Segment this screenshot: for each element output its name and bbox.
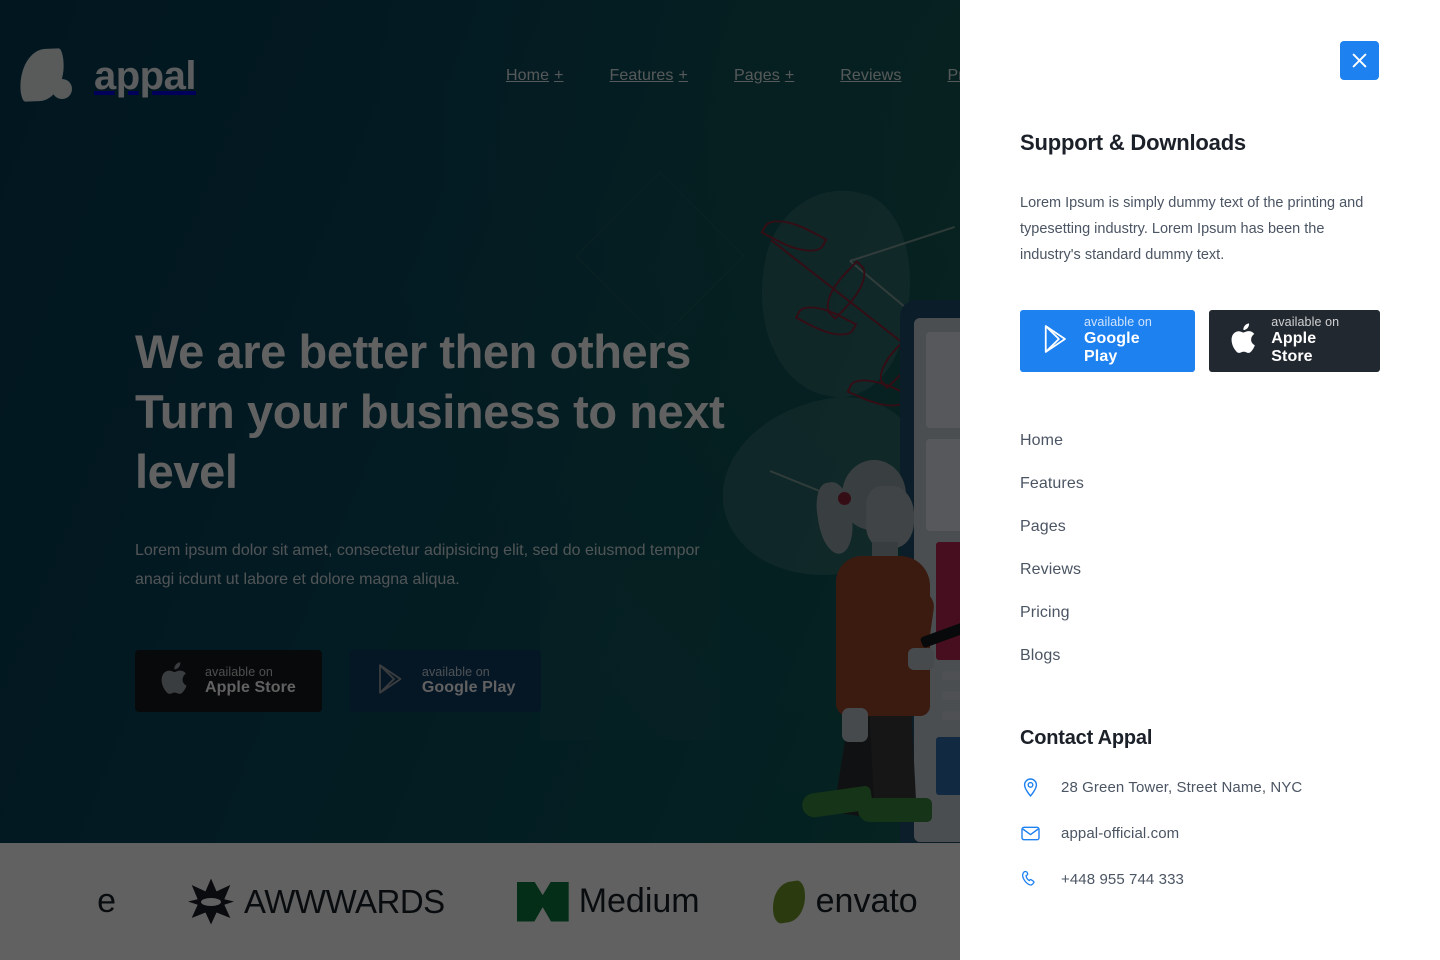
button-label: Google Play xyxy=(1084,329,1140,366)
contact-phone-link[interactable]: +448 955 744 333 xyxy=(1061,871,1184,888)
panel-link-blogs[interactable]: Blogs xyxy=(1020,647,1380,665)
panel-description: Lorem Ipsum is simply dummy text of the … xyxy=(1020,195,1364,263)
contact-list: 28 Green Tower, Street Name, NYC appal-o… xyxy=(1020,777,1380,889)
panel-link-pages[interactable]: Pages xyxy=(1020,518,1380,536)
close-panel-button[interactable] xyxy=(1340,41,1379,80)
panel-google-play-button[interactable]: available on Google Play xyxy=(1020,310,1196,372)
panel-link-features[interactable]: Features xyxy=(1020,475,1380,493)
contact-row-address: 28 Green Tower, Street Name, NYC xyxy=(1020,777,1380,797)
app-root: appal Home+ Features+ Pages+ Reviews xyxy=(0,0,1440,960)
panel-link-reviews[interactable]: Reviews xyxy=(1020,561,1380,579)
phone-icon xyxy=(1020,869,1040,889)
panel-nav-links: Home Features Pages Reviews Pricing Blog… xyxy=(1020,432,1380,665)
button-caption: available on xyxy=(1271,315,1340,330)
panel-apple-store-button[interactable]: available on Apple Store xyxy=(1209,310,1380,372)
contact-email-link[interactable]: appal-official.com xyxy=(1061,825,1179,842)
contact-row-email: appal-official.com xyxy=(1020,823,1380,843)
google-play-icon xyxy=(1042,323,1072,360)
panel-title: Support & Downloads xyxy=(1020,130,1246,155)
button-label: Apple Store xyxy=(1271,329,1317,366)
panel-link-home[interactable]: Home xyxy=(1020,432,1380,450)
envelope-icon xyxy=(1020,823,1040,843)
close-icon xyxy=(1351,52,1368,69)
apple-icon xyxy=(1231,322,1259,360)
contact-section-title: Contact Appal xyxy=(1020,727,1153,749)
contact-address-text: 28 Green Tower, Street Name, NYC xyxy=(1061,778,1303,796)
panel-body: Support & Downloads Lorem Ipsum is simpl… xyxy=(960,0,1440,889)
location-pin-icon xyxy=(1020,777,1040,797)
panel-link-pricing[interactable]: Pricing xyxy=(1020,604,1380,622)
panel-store-buttons: available on Google Play available on Ap… xyxy=(1020,310,1380,372)
button-caption: available on xyxy=(1084,315,1152,330)
contact-row-phone: +448 955 744 333 xyxy=(1020,869,1380,889)
support-downloads-side-panel: Support & Downloads Lorem Ipsum is simpl… xyxy=(960,0,1440,960)
